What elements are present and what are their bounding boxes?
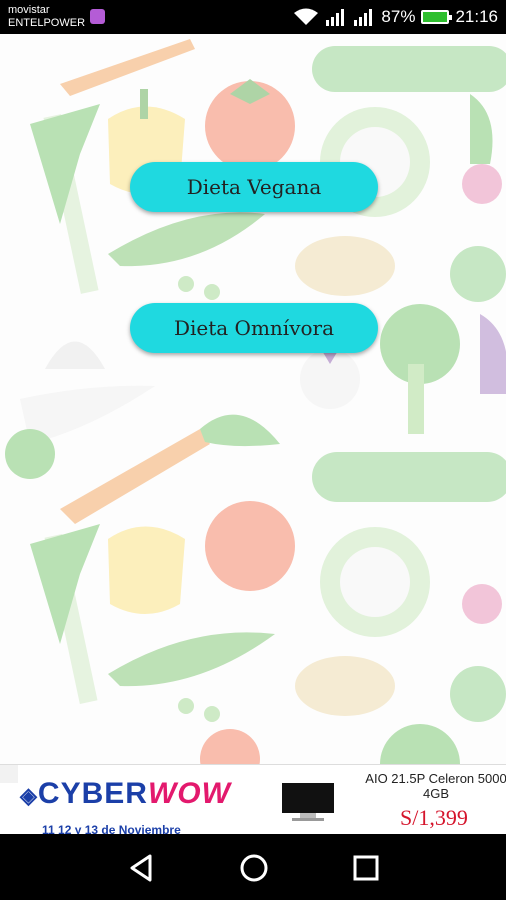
vegetable-background <box>5 39 506 764</box>
navigation-bar <box>0 834 506 900</box>
ad-info-icon[interactable] <box>0 765 18 783</box>
clock: 21:16 <box>455 7 498 26</box>
computer-product-image <box>282 783 334 821</box>
carrier-name: movistar ENTELPOWER <box>8 4 86 29</box>
home-icon[interactable] <box>234 848 274 888</box>
battery-icon <box>421 10 453 24</box>
notification-app-icon <box>90 9 105 24</box>
omnivore-diet-button[interactable]: Dieta Omnívora <box>130 303 378 353</box>
signal-icon <box>326 9 345 26</box>
wifi-icon <box>294 8 319 25</box>
status-bar: movistar ENTELPOWER 87% 21:16 <box>0 0 506 34</box>
ad-price: S/1,399 <box>400 805 468 830</box>
back-icon[interactable] <box>122 848 162 888</box>
status-icons: 87% 21:16 <box>293 0 498 34</box>
ad-product-title: AIO 21.5P Celeron 5000 4GB <box>365 771 506 801</box>
battery-percent: 87% <box>381 7 416 26</box>
recents-icon[interactable] <box>346 848 386 888</box>
vegan-diet-button[interactable]: Dieta Vegana <box>130 162 378 212</box>
app-screen: Dieta Vegana Dieta Omnívora <box>0 34 506 764</box>
ad-banner[interactable]: ◈CYBERWOW 11 12 y 13 de Noviembre AIO 21… <box>0 764 506 835</box>
ad-brand-logo: ◈CYBERWOW <box>20 777 231 810</box>
signal-icon <box>354 9 373 26</box>
